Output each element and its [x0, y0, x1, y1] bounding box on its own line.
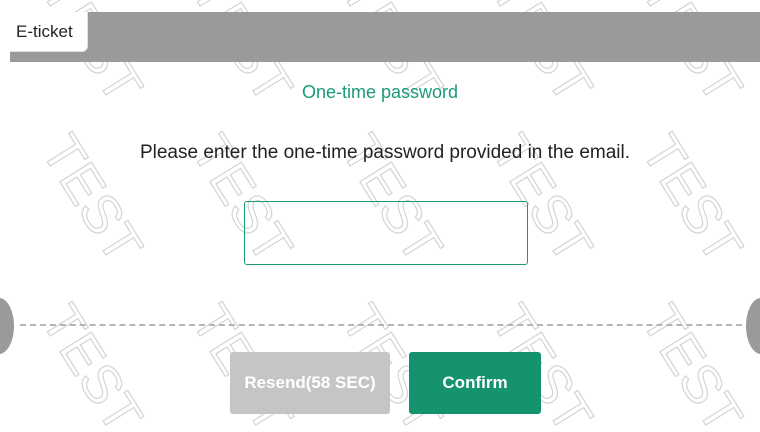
e-ticket-tab[interactable]: E-ticket	[10, 12, 88, 52]
confirm-button[interactable]: Confirm	[409, 352, 541, 414]
otp-input[interactable]	[244, 201, 528, 265]
instruction-text: Please enter the one-time password provi…	[139, 142, 631, 163]
test-watermark: TEST	[30, 295, 154, 432]
page-title: One-time password	[301, 82, 459, 102]
test-watermark: TEST	[630, 295, 754, 432]
ticket-notch-right	[746, 298, 760, 354]
ticket-notch-left	[0, 298, 14, 354]
header-bar	[10, 12, 760, 62]
e-ticket-tab-label: E-ticket	[16, 21, 73, 41]
dashed-divider	[20, 324, 742, 326]
resend-button[interactable]: Resend(58 SEC)	[230, 352, 390, 414]
